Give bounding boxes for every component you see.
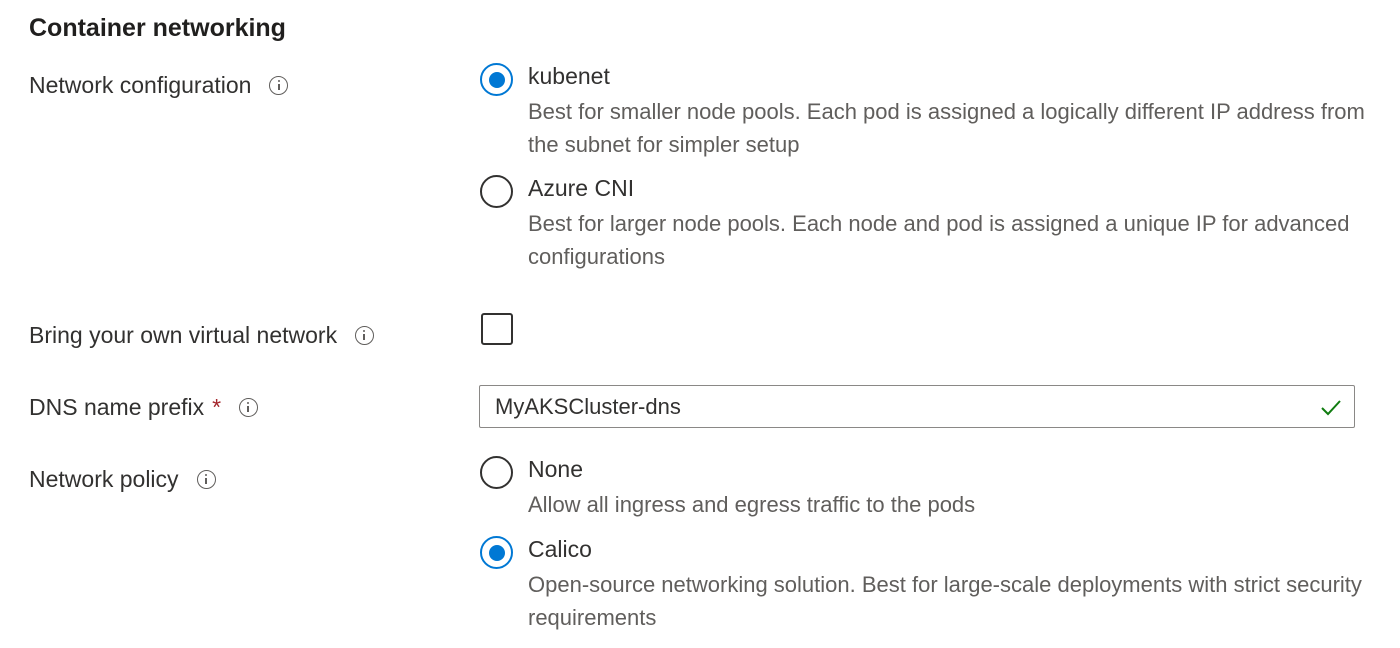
bring-own-vnet-label-row: Bring your own virtual network [29,322,375,349]
option-title: Azure CNI [528,175,635,201]
info-icon[interactable] [196,470,216,489]
radio-button-calico[interactable] [480,536,513,569]
radio-button-azure-cni[interactable] [480,175,513,208]
required-marker: * [212,394,222,420]
option-title: kubenet [528,63,610,89]
radio-option-kubenet[interactable]: kubenet Best for smaller node pools. Eac… [480,63,1380,163]
dns-prefix-value: MyAKSCluster-dns [495,394,681,419]
bring-own-vnet-label: Bring your own virtual network [29,322,338,348]
info-icon[interactable] [269,76,289,95]
option-description: Allow all ingress and egress traffic to … [528,492,976,517]
info-icon[interactable] [355,326,375,345]
option-description: Open-source networking solution. Best fo… [528,572,1362,630]
network-configuration-label: Network configuration [29,72,252,98]
radio-option-calico[interactable]: Calico Open-source networking solution. … [480,536,1380,636]
network-policy-label: Network policy [29,466,179,492]
network-configuration-label-row: Network configuration [29,72,289,99]
dns-prefix-label: DNS name prefix [29,394,205,420]
option-title: None [528,456,583,482]
checkmark-icon [1321,400,1341,416]
option-title: Calico [528,536,592,562]
info-icon[interactable] [239,398,259,417]
radio-button-kubenet[interactable] [480,63,513,96]
radio-option-none[interactable]: None Allow all ingress and egress traffi… [480,456,1380,526]
bring-own-vnet-checkbox[interactable] [481,313,513,345]
option-description: Best for larger node pools. Each node an… [528,211,1350,269]
network-policy-label-row: Network policy [29,466,216,493]
radio-button-none[interactable] [480,456,513,489]
section-title: Container networking [29,14,286,42]
dns-prefix-input[interactable]: MyAKSCluster-dns [479,385,1355,428]
radio-option-azure-cni[interactable]: Azure CNI Best for larger node pools. Ea… [480,175,1380,275]
dns-prefix-label-row: DNS name prefix * [29,394,259,421]
option-description: Best for smaller node pools. Each pod is… [528,99,1365,157]
